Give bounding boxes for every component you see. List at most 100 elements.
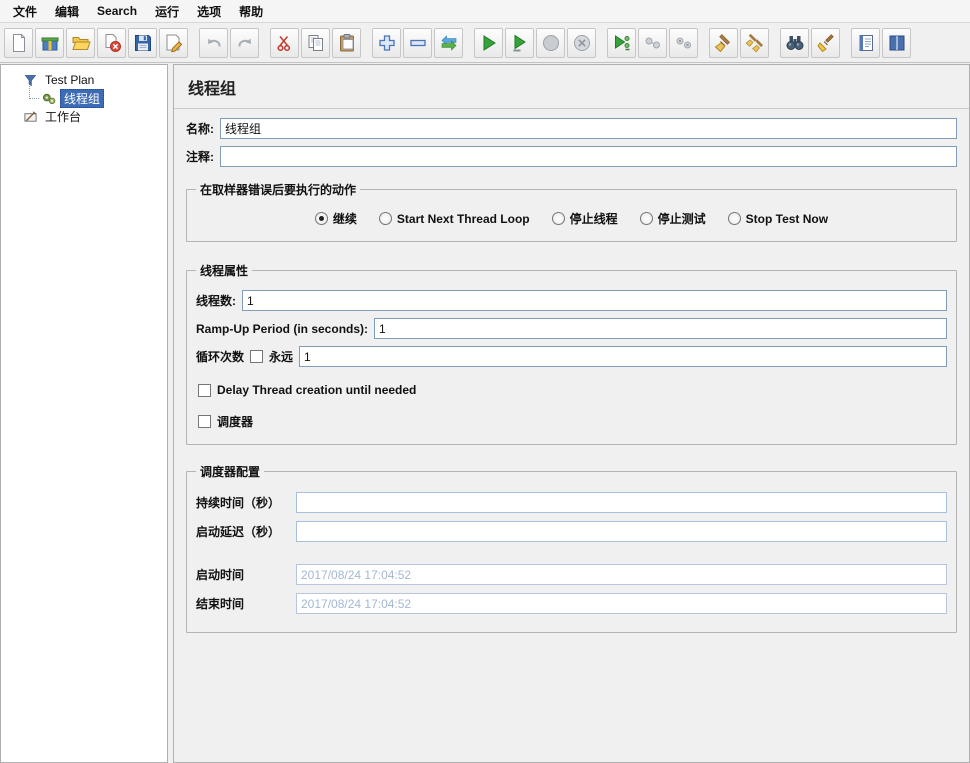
remote-start-all-button[interactable] <box>607 27 636 58</box>
radio-label: Stop Test Now <box>745 211 829 226</box>
start-no-pauses-button[interactable] <box>505 27 534 58</box>
search-reset-brush-icon <box>816 33 834 52</box>
duration-input[interactable] <box>296 492 947 513</box>
close-file-button[interactable] <box>97 27 126 58</box>
shutdown-button[interactable] <box>567 27 596 58</box>
name-row: 名称: <box>186 118 957 139</box>
toolbar <box>0 23 970 63</box>
toolbar-separator <box>464 30 473 56</box>
tree-connector <box>29 98 39 99</box>
menu-help[interactable]: 帮助 <box>230 0 272 23</box>
menu-bar: 文件 编辑 Search 运行 选项 帮助 <box>0 0 970 23</box>
tree-node-label: Test Plan <box>45 73 95 87</box>
undo-icon <box>207 38 220 47</box>
toolbar-separator <box>260 30 269 56</box>
rampup-row: Ramp-Up Period (in seconds): <box>196 318 947 339</box>
radio-stop-test-now[interactable]: Stop Test Now <box>727 211 829 226</box>
thread-properties-title: 线程属性 <box>200 264 249 278</box>
scheduler-config-group: 调度器配置 持续时间（秒） 启动延迟（秒） 启动时间 结束时间 <box>186 463 957 633</box>
threads-row: 线程数: <box>196 290 947 311</box>
function-helper-button[interactable] <box>851 27 880 58</box>
rampup-input[interactable] <box>374 318 947 339</box>
tree-node-label: 线程组 <box>60 88 105 108</box>
page-title: 线程组 <box>188 81 237 98</box>
redo-button[interactable] <box>230 27 259 58</box>
menu-file[interactable]: 文件 <box>4 0 46 23</box>
end-time-row: 结束时间 <box>196 593 947 614</box>
forever-label: 永远 <box>269 350 294 364</box>
threads-label: 线程数: <box>196 294 236 308</box>
end-time-input[interactable] <box>296 593 947 614</box>
loop-count-input[interactable] <box>299 346 947 367</box>
radio-start-next-thread-loop[interactable]: Start Next Thread Loop <box>378 211 530 226</box>
delay-creation-label: Delay Thread creation until needed <box>217 383 417 397</box>
stop-button[interactable] <box>536 27 565 58</box>
radio-button-icon[interactable] <box>727 212 741 225</box>
comments-input[interactable] <box>220 146 957 167</box>
templates-icon <box>41 37 58 50</box>
save-button[interactable] <box>128 27 157 58</box>
toggle-button[interactable] <box>434 27 463 58</box>
zoom-out-button[interactable] <box>403 27 432 58</box>
radio-stop-test[interactable]: 停止测试 <box>639 210 706 227</box>
scheduler-checkbox[interactable] <box>198 415 211 428</box>
delay-creation-row: Delay Thread creation until needed <box>198 383 947 397</box>
delay-creation-checkbox[interactable] <box>198 383 211 397</box>
menu-edit[interactable]: 编辑 <box>46 0 88 23</box>
redo-icon <box>238 38 251 47</box>
radio-stop-thread[interactable]: 停止线程 <box>551 210 618 227</box>
clear-all-button[interactable] <box>740 27 769 58</box>
radio-label: Start Next Thread Loop <box>396 211 530 226</box>
paste-button[interactable] <box>332 27 361 58</box>
save-as-button[interactable] <box>159 27 188 58</box>
tree-node-thread-group[interactable]: 线程组 <box>3 88 165 108</box>
radio-button-icon[interactable] <box>639 212 653 225</box>
search-reset-button[interactable] <box>811 27 840 58</box>
remote-shutdown-all-button[interactable] <box>669 27 698 58</box>
name-input[interactable] <box>220 118 957 139</box>
remote-shutdown-icon <box>676 37 691 48</box>
close-file-icon <box>105 33 121 52</box>
undo-button[interactable] <box>199 27 228 58</box>
cut-button[interactable] <box>270 27 299 58</box>
stop-icon <box>542 34 559 51</box>
radio-label: 停止测试 <box>657 212 706 226</box>
radio-continue[interactable]: 继续 <box>314 210 357 227</box>
clear-button[interactable] <box>709 27 738 58</box>
radio-button-icon[interactable] <box>314 212 328 225</box>
remote-stop-all-button[interactable] <box>638 27 667 58</box>
start-time-input[interactable] <box>296 564 947 585</box>
copy-button[interactable] <box>301 27 330 58</box>
startup-delay-label: 启动延迟（秒） <box>196 525 281 539</box>
save-as-icon <box>166 34 182 52</box>
comments-row: 注释: <box>186 146 957 167</box>
help-button[interactable] <box>882 27 911 58</box>
scheduler-row: 调度器 <box>198 413 947 430</box>
forever-checkbox[interactable] <box>250 350 264 363</box>
menu-options[interactable]: 选项 <box>188 0 230 23</box>
templates-button[interactable] <box>35 27 64 58</box>
zoom-in-button[interactable] <box>372 27 401 58</box>
new-file-button[interactable] <box>4 27 33 58</box>
start-time-row: 启动时间 <box>196 564 947 585</box>
startup-delay-input[interactable] <box>296 521 947 542</box>
menu-search[interactable]: Search <box>88 1 146 21</box>
tree-node-test-plan[interactable]: Test Plan <box>3 71 165 89</box>
threads-input[interactable] <box>242 290 947 311</box>
tree-node-workbench[interactable]: 工作台 <box>3 107 165 125</box>
error-action-options: 继续 Start Next Thread Loop 停止线程 停止测试 Stop… <box>196 202 947 231</box>
radio-button-icon[interactable] <box>551 212 565 225</box>
search-button[interactable] <box>780 27 809 58</box>
title-separator <box>174 108 969 109</box>
startup-delay-row: 启动延迟（秒） <box>196 521 947 542</box>
radio-button-icon[interactable] <box>378 212 392 225</box>
duration-row: 持续时间（秒） <box>196 492 947 513</box>
toggle-arrows-icon <box>441 34 456 51</box>
content-area: Test Plan 线程组 工作台 线程组 名称: 注释: 在取样器错 <box>0 64 970 763</box>
toolbar-separator <box>189 30 198 56</box>
paste-clipboard-icon <box>339 33 354 51</box>
new-file-icon <box>12 33 25 52</box>
menu-run[interactable]: 运行 <box>146 0 188 23</box>
open-file-button[interactable] <box>66 27 95 58</box>
start-button[interactable] <box>474 27 503 58</box>
